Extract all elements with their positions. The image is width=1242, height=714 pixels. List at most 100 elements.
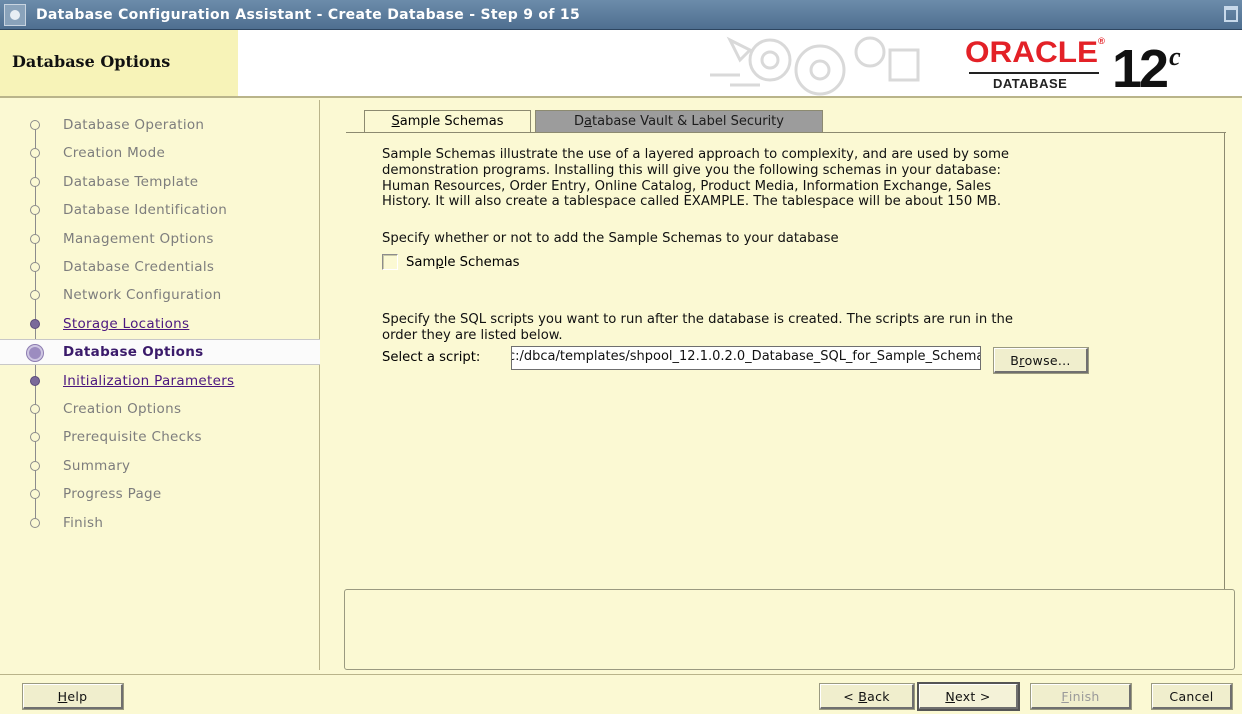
nav-step-database-credentials: Database Credentials [0,254,320,280]
header-title-area: Database Options [0,30,238,96]
tab-panel-border-right [1224,132,1225,592]
nav-step-initialization-parameters[interactable]: Initialization Parameters [0,368,320,394]
step-indicator-icon [30,404,40,414]
window-menu-icon[interactable] [4,3,26,26]
step-indicator-icon [30,518,40,528]
oracle-wordmark: ORACLE® [965,36,1105,69]
maximize-icon[interactable] [1224,6,1238,22]
step-indicator-icon [30,461,40,471]
database-wordmark: DATABASE [993,76,1068,91]
nav-step-label: Database Operation [63,117,205,133]
step-indicator-icon [30,432,40,442]
nav-step-database-operation: Database Operation [0,112,320,138]
cancel-button[interactable]: Cancel [1151,683,1233,710]
label-mnemonic: N [945,688,955,704]
nav-step-label: Finish [63,515,104,531]
nav-step-database-options[interactable]: Database Options [0,339,320,365]
window-titlebar: Database Configuration Assistant - Creat… [0,0,1242,30]
label-part: le Schemas [443,254,520,270]
browse-button[interactable]: Br owse... [993,347,1089,374]
gears-decoration-icon [710,36,920,96]
nav-step-label: Network Configuration [63,287,222,303]
step-indicator-icon [30,177,40,187]
nav-step-label: Progress Page [63,486,162,502]
label-mnemonic: F [1061,688,1069,704]
back-button[interactable]: < Back [819,683,915,710]
nav-step-label: Database Identification [63,202,228,218]
description-line: Human Resources, Order Entry, Online Cat… [382,178,992,194]
nav-step-label: Storage Locations [63,316,190,332]
nav-step-label: Prerequisite Checks [63,429,202,445]
nav-step-label: Creation Options [63,401,182,417]
version-badge: 12 c [1112,38,1180,100]
tab-mnemonic: a [584,114,592,129]
step-indicator-icon [30,205,40,215]
nav-step-database-identification: Database Identification [0,197,320,223]
script-path-value: c:/dbca/templates/shpool_12.1.0.2.0_Data… [511,349,981,364]
sql-scripts-description: Specify the SQL scripts you want to run … [382,312,1182,344]
tab-label: ample Schemas [399,114,504,129]
tab-panel-border [346,132,1226,133]
label-part: inish [1068,688,1100,704]
oracle-brand-text: ORACLE [965,36,1099,69]
next-button[interactable]: Next > [917,682,1020,711]
tab-sample-schemas[interactable]: Sample Schemas [364,110,531,132]
tab-label: tabase Vault & Label Security [592,114,784,129]
window-title: Database Configuration Assistant - Creat… [36,6,581,23]
logo-divider [969,72,1099,74]
label-mnemonic: p [435,254,444,270]
step-indicator-icon [30,148,40,158]
nav-step-label: Initialization Parameters [63,373,235,389]
finish-button[interactable]: Finish [1030,683,1132,710]
sample-schemas-checkbox-label[interactable]: Sample Schemas [406,255,520,270]
specify-sample-schemas-text: Specify whether or not to add the Sample… [382,231,839,246]
version-number: 12 [1112,39,1169,99]
nav-step-label: Summary [63,458,131,474]
page-title: Database Options [12,52,171,71]
step-navigation: Database Operation Creation Mode Database … [0,100,320,670]
label-part: Sam [406,254,436,270]
oracle-logo: ORACLE® DATABASE [965,36,1105,92]
step-indicator-icon [27,345,43,361]
step-indicator-icon [30,120,40,130]
sample-schemas-option[interactable]: Sample Schemas [382,254,520,270]
nav-step-finish: Finish [0,510,320,536]
select-script-label: Select a script: [382,350,481,365]
nav-step-label: Database Options [63,344,204,360]
nav-step-storage-locations[interactable]: Storage Locations [0,311,320,337]
label-part: owse... [1024,352,1071,368]
label-part: B [1010,352,1020,368]
version-suffix: c [1169,42,1180,71]
nav-step-label: Database Credentials [63,259,215,275]
header-banner: Database Options ORACLE® DATABASE 12 c [0,30,1242,100]
label-part: < [843,688,859,704]
nav-step-label: Creation Mode [63,145,166,161]
description-line: History. It will also create a tablespac… [382,194,1002,210]
label-mnemonic: H [57,688,68,704]
label-mnemonic: B [858,688,868,704]
nav-step-prerequisite-checks: Prerequisite Checks [0,424,320,450]
description-line: order they are listed below. [382,327,563,343]
description-line: Sample Schemas illustrate the use of a l… [382,147,1010,162]
nav-step-management-options: Management Options [0,226,320,252]
nav-step-network-configuration: Network Configuration [0,282,320,308]
nav-step-database-template: Database Template [0,169,320,195]
label-part: ext > [954,688,991,704]
step-indicator-icon [30,234,40,244]
help-button[interactable]: Help [22,683,124,710]
nav-step-label: Database Template [63,174,199,190]
label-part: elp [67,688,88,704]
sample-schemas-checkbox[interactable] [382,254,398,270]
nav-step-creation-mode: Creation Mode [0,140,320,166]
nav-step-label: Management Options [63,231,214,247]
tab-label-start: D [574,114,585,129]
sample-schemas-description: Sample Schemas illustrate the use of a l… [382,147,1182,210]
step-indicator-icon [30,319,40,329]
script-path-field[interactable]: c:/dbca/templates/shpool_12.1.0.2.0_Data… [511,346,981,370]
tab-mnemonic: S [391,114,400,129]
nav-step-progress-page: Progress Page [0,481,320,507]
message-panel [344,589,1235,670]
tab-database-vault[interactable]: Da tabase Vault & Label Security [535,110,823,132]
nav-step-summary: Summary [0,453,320,479]
description-line: Specify the SQL scripts you want to run … [382,312,1014,327]
